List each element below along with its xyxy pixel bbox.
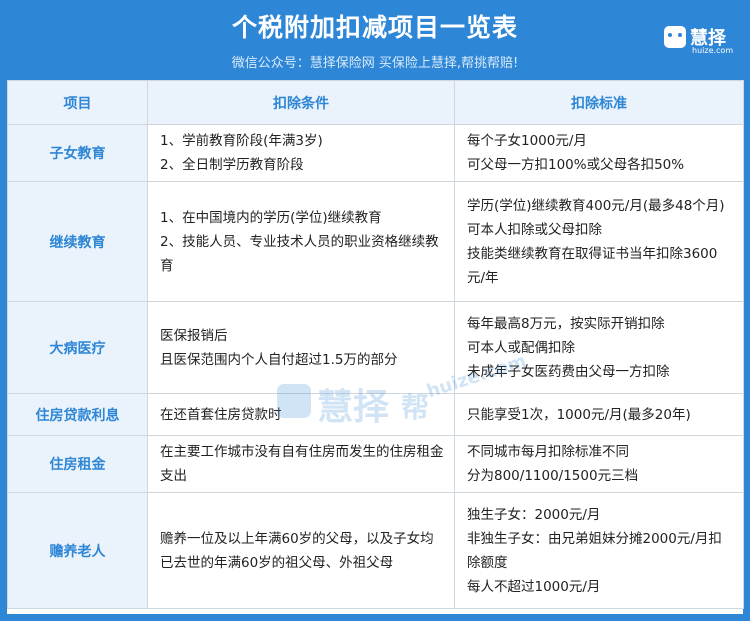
row-standards: 不同城市每月扣除标准不同 分为800/1100/1500元三档 xyxy=(454,435,744,493)
deduction-table-container: 项目 扣除条件 扣除标准 子女教育 1、学前教育阶段(年满3岁) 2、全日制学历… xyxy=(7,80,744,614)
standard-line: 可父母一方扣100%或父母各扣50% xyxy=(467,157,685,173)
standard-line: 只能享受1次，1000元/月(最多20年) xyxy=(467,406,691,423)
standard-line: 技能类继续教育在取得证书当年扣除3600元/年 xyxy=(467,245,718,286)
row-conditions: 赡养一位及以上年满60岁的父母，以及子女均已去世的年满60岁的祖父母、外祖父母 xyxy=(147,492,455,609)
row-item: 子女教育 xyxy=(7,124,148,182)
column-header-item: 项目 xyxy=(7,80,148,125)
row-item: 赡养老人 xyxy=(7,492,148,609)
row-conditions: 在还首套住房贷款时 xyxy=(147,393,455,436)
header: 个税附加扣减项目一览表 微信公众号：慧择保险网 买保险上慧择,帮挑帮赔! 慧择 … xyxy=(0,0,750,78)
condition-line: 1、在中国境内的学历(学位)继续教育 xyxy=(160,209,382,226)
table-row: 继续教育 1、在中国境内的学历(学位)继续教育 2、技能人员、专业技术人员的职业… xyxy=(7,181,744,302)
standard-line: 非独生子女：由兄弟姐妹分摊2000元/月扣除额度 xyxy=(467,530,722,571)
page-title: 个税附加扣减项目一览表 xyxy=(231,13,518,42)
row-item: 大病医疗 xyxy=(7,301,148,394)
page-subtitle: 微信公众号：慧择保险网 买保险上慧择,帮挑帮赔! xyxy=(231,56,519,71)
row-standards: 每个子女1000元/月 可父母一方扣100%或父母各扣50% xyxy=(454,124,744,182)
table-row: 住房租金 在主要工作城市没有自有住房而发生的住房租金支出 不同城市每月扣除标准不… xyxy=(7,435,744,493)
brand-logo: 慧择 huize.com xyxy=(664,24,736,56)
column-header-conditions: 扣除条件 xyxy=(147,80,455,125)
table-row: 子女教育 1、学前教育阶段(年满3岁) 2、全日制学历教育阶段 每个子女1000… xyxy=(7,124,744,182)
standard-line: 每年最高8万元，按实际开销扣除 xyxy=(467,315,665,332)
condition-line: 2、全日制学历教育阶段 xyxy=(160,157,304,173)
standard-line: 不同城市每月扣除标准不同 xyxy=(467,444,629,460)
row-standards: 只能享受1次，1000元/月(最多20年) xyxy=(454,393,744,436)
table-header-row: 项目 扣除条件 扣除标准 xyxy=(7,80,744,125)
condition-line: 赡养一位及以上年满60岁的父母，以及子女均已去世的年满60岁的祖父母、外祖父母 xyxy=(160,530,434,571)
table-row: 大病医疗 医保报销后 且医保范围内个人自付超过1.5万的部分 每年最高8万元，按… xyxy=(7,301,744,394)
logo-icon xyxy=(664,26,686,48)
standard-line: 每个子女1000元/月 xyxy=(467,133,587,149)
standard-line: 分为800/1100/1500元三档 xyxy=(467,468,639,484)
row-item: 住房租金 xyxy=(7,435,148,493)
condition-line: 且医保范围内个人自付超过1.5万的部分 xyxy=(160,351,398,368)
table-row: 赡养老人 赡养一位及以上年满60岁的父母，以及子女均已去世的年满60岁的祖父母、… xyxy=(7,492,744,609)
row-conditions: 在主要工作城市没有自有住房而发生的住房租金支出 xyxy=(147,435,455,493)
deduction-table: 项目 扣除条件 扣除标准 子女教育 1、学前教育阶段(年满3岁) 2、全日制学历… xyxy=(7,80,744,609)
condition-line: 2、技能人员、专业技术人员的职业资格继续教育 xyxy=(160,233,439,274)
row-conditions: 1、在中国境内的学历(学位)继续教育 2、技能人员、专业技术人员的职业资格继续教… xyxy=(147,181,455,302)
row-standards: 学历(学位)继续教育400元/月(最多48个月) 可本人扣除或父母扣除 技能类继… xyxy=(454,181,744,302)
row-conditions: 医保报销后 且医保范围内个人自付超过1.5万的部分 xyxy=(147,301,455,394)
column-header-standards: 扣除标准 xyxy=(454,80,744,125)
standard-line: 独生子女：2000元/月 xyxy=(467,506,601,523)
standard-line: 每人不超过1000元/月 xyxy=(467,578,601,595)
row-standards: 独生子女：2000元/月 非独生子女：由兄弟姐妹分摊2000元/月扣除额度 每人… xyxy=(454,492,744,609)
row-item: 住房贷款利息 xyxy=(7,393,148,436)
table-row: 住房贷款利息 在还首套住房贷款时 只能享受1次，1000元/月(最多20年) xyxy=(7,393,744,436)
standard-line: 可本人扣除或父母扣除 xyxy=(467,221,602,238)
condition-line: 在还首套住房贷款时 xyxy=(160,406,282,423)
logo-url: huize.com xyxy=(692,46,734,55)
condition-line: 医保报销后 xyxy=(160,327,228,344)
row-conditions: 1、学前教育阶段(年满3岁) 2、全日制学历教育阶段 xyxy=(147,124,455,182)
row-standards: 每年最高8万元，按实际开销扣除 可本人或配偶扣除 未成年子女医药费由父母一方扣除 xyxy=(454,301,744,394)
condition-line: 在主要工作城市没有自有住房而发生的住房租金支出 xyxy=(160,444,444,484)
page-frame: 个税附加扣减项目一览表 微信公众号：慧择保险网 买保险上慧择,帮挑帮赔! 慧择 … xyxy=(0,0,750,621)
standard-line: 学历(学位)继续教育400元/月(最多48个月) xyxy=(467,197,725,214)
condition-line: 1、学前教育阶段(年满3岁) xyxy=(160,133,323,149)
row-item: 继续教育 xyxy=(7,181,148,302)
standard-line: 可本人或配偶扣除 xyxy=(467,339,575,356)
standard-line: 未成年子女医药费由父母一方扣除 xyxy=(467,363,670,380)
